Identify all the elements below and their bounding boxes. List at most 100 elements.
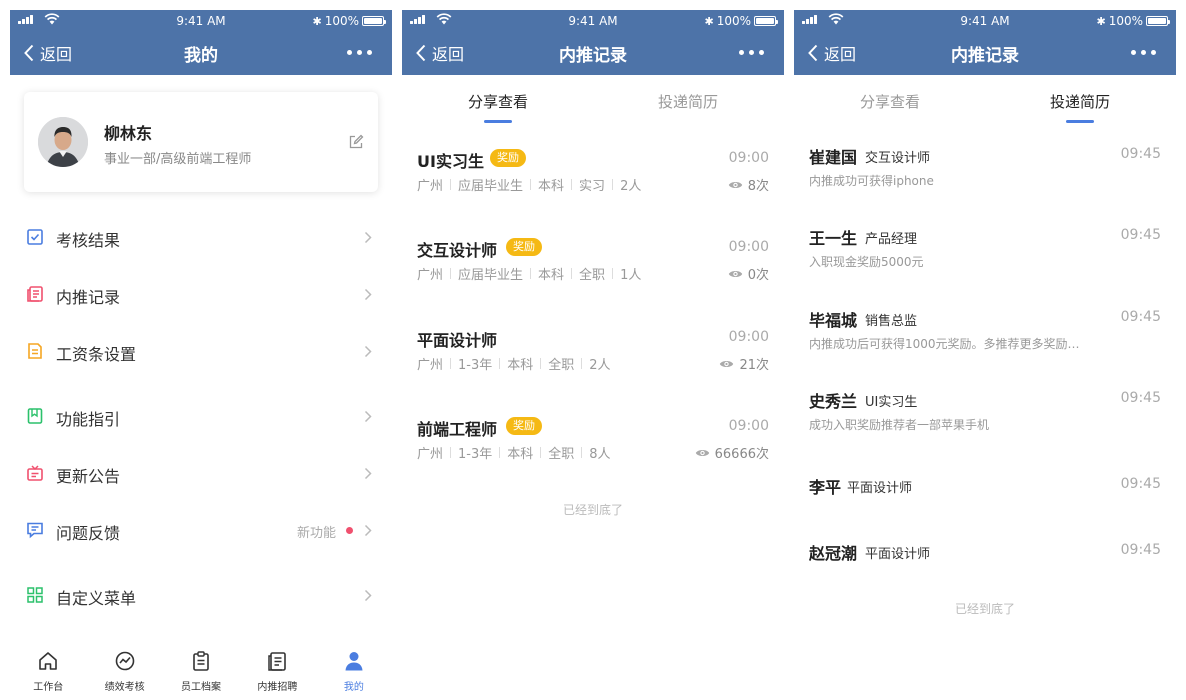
tag-experience: 应届毕业生 bbox=[458, 268, 524, 283]
job-time: 09:00 bbox=[728, 239, 769, 255]
header-bar: 9:41 AM ✱ 100% 返回 我的 bbox=[10, 10, 392, 75]
battery-percent: 100% bbox=[1108, 14, 1143, 28]
bottom-tab-bar: 工作台 绩效考核 员工档案 内推招聘 我的 bbox=[10, 642, 392, 700]
candidate-item[interactable]: 史秀兰 UI实习生 09:45 成功入职奖励推荐者一部苹果手机 bbox=[794, 388, 1176, 448]
tab-workbench[interactable]: 工作台 bbox=[10, 642, 86, 700]
nav-bar: 返回 内推记录 bbox=[402, 30, 784, 75]
user-icon bbox=[345, 652, 363, 671]
battery-icon bbox=[1146, 16, 1170, 26]
document-icon bbox=[268, 652, 287, 671]
eye-icon bbox=[728, 181, 742, 188]
profile-name: 柳林东 bbox=[104, 124, 153, 143]
more-button[interactable] bbox=[739, 50, 764, 55]
candidate-position: 销售总监 bbox=[865, 314, 918, 329]
profile-card[interactable]: 柳林东 事业一部/高级前端工程师 bbox=[24, 92, 378, 192]
tag-headcount: 1人 bbox=[620, 268, 642, 283]
screen-submitted-resumes: 9:41 AM ✱ 100% 返回 内推记录 分享查看 投递简历 崔建国 交互设… bbox=[794, 10, 1176, 700]
menu-item-update-notice[interactable]: 更新公告 bbox=[10, 448, 392, 498]
candidate-reward-note: 内推成功后可获得1000元奖励。多推荐更多奖励… bbox=[809, 337, 1080, 351]
tag-education: 本科 bbox=[538, 179, 565, 194]
menu-item-payslip-settings[interactable]: 工资条设置 bbox=[10, 326, 392, 376]
menu-item-label: 更新公告 bbox=[56, 467, 121, 486]
tab-share-views[interactable]: 分享查看 bbox=[468, 91, 528, 112]
nav-bar: 返回 内推记录 bbox=[794, 30, 1176, 75]
tag-city: 广州 bbox=[417, 179, 444, 194]
job-item[interactable]: UI实习生 奖励 09:00 广州 应届毕业生 本科 实习 2人 8次 bbox=[402, 148, 784, 218]
menu-item-feature-guide[interactable]: 功能指引 bbox=[10, 391, 392, 441]
eye-icon bbox=[728, 270, 742, 277]
user-photo-icon bbox=[38, 117, 88, 167]
tab-submitted-resumes[interactable]: 投递简历 bbox=[1050, 91, 1110, 112]
view-count: 66666次 bbox=[695, 443, 769, 462]
menu-item-assessment[interactable]: 考核结果 bbox=[10, 212, 392, 262]
job-item[interactable]: 平面设计师 09:00 广州 1-3年 本科 全职 2人 21次 bbox=[402, 327, 784, 397]
tab-label: 我的 bbox=[343, 682, 364, 693]
menu-item-custom-menu[interactable]: 自定义菜单 bbox=[10, 570, 392, 620]
reward-badge: 奖励 bbox=[490, 149, 526, 167]
status-bar: 9:41 AM ✱ 100% bbox=[10, 10, 392, 30]
tag-city: 广州 bbox=[417, 268, 444, 283]
view-count-value: 66666次 bbox=[714, 447, 769, 462]
candidate-item[interactable]: 崔建国 交互设计师 09:45 内推成功可获得iphone bbox=[794, 144, 1176, 204]
job-item[interactable]: 前端工程师 奖励 09:00 广州 1-3年 本科 全职 8人 66666次 bbox=[402, 416, 784, 486]
bluetooth-icon: ✱ bbox=[1096, 14, 1106, 28]
job-item[interactable]: 交互设计师 奖励 09:00 广州 应届毕业生 本科 全职 1人 0次 bbox=[402, 237, 784, 307]
tag-type: 实习 bbox=[579, 179, 606, 194]
chevron-right-icon bbox=[364, 288, 372, 301]
announcement-icon bbox=[27, 465, 43, 481]
candidate-time: 09:45 bbox=[1120, 390, 1161, 406]
eye-icon bbox=[720, 360, 734, 367]
candidate-position: 交互设计师 bbox=[865, 151, 931, 166]
eye-icon bbox=[695, 449, 709, 456]
avatar bbox=[38, 117, 88, 167]
tag-city: 广州 bbox=[417, 358, 444, 373]
tab-submitted-resumes[interactable]: 投递简历 bbox=[658, 91, 718, 112]
candidate-item[interactable]: 王一生 产品经理 09:45 入职现金奖励5000元 bbox=[794, 225, 1176, 285]
tag-headcount: 8人 bbox=[589, 447, 611, 462]
candidate-item[interactable]: 赵冠潮 平面设计师 09:45 bbox=[794, 540, 1176, 600]
bluetooth-icon: ✱ bbox=[704, 14, 714, 28]
tab-share-views[interactable]: 分享查看 bbox=[860, 91, 920, 112]
tab-performance[interactable]: 绩效考核 bbox=[86, 642, 162, 700]
more-button[interactable] bbox=[347, 50, 372, 55]
job-title: 平面设计师 bbox=[417, 331, 498, 350]
tab-referral-hiring[interactable]: 内推招聘 bbox=[239, 642, 315, 700]
candidate-time: 09:45 bbox=[1120, 309, 1161, 325]
tab-employee-files[interactable]: 员工档案 bbox=[163, 642, 239, 700]
feedback-icon bbox=[27, 522, 43, 539]
candidate-item[interactable]: 李平 平面设计师 09:45 bbox=[794, 474, 1176, 534]
view-count: 8次 bbox=[728, 175, 769, 194]
screen-mine: 9:41 AM ✱ 100% 返回 我的 柳林东 事业一部/高级前端工程师 考核… bbox=[10, 10, 392, 700]
page-title: 内推记录 bbox=[951, 46, 1019, 66]
reward-badge: 奖励 bbox=[506, 238, 542, 256]
chevron-right-icon bbox=[364, 524, 372, 537]
profile-role: 事业一部/高级前端工程师 bbox=[104, 152, 252, 167]
menu-item-referral-records[interactable]: 内推记录 bbox=[10, 269, 392, 319]
tab-mine[interactable]: 我的 bbox=[316, 642, 392, 700]
job-time: 09:00 bbox=[728, 150, 769, 166]
edit-icon[interactable] bbox=[348, 134, 364, 150]
candidate-time: 09:45 bbox=[1120, 227, 1161, 243]
menu-item-feedback[interactable]: 问题反馈 新功能 bbox=[10, 505, 392, 555]
candidate-reward-note: 入职现金奖励5000元 bbox=[809, 255, 924, 269]
tag-education: 本科 bbox=[507, 447, 534, 462]
menu-item-label: 问题反馈 bbox=[56, 524, 121, 543]
tag-type: 全职 bbox=[548, 447, 575, 462]
nav-bar: 返回 我的 bbox=[10, 30, 392, 75]
candidate-time: 09:45 bbox=[1120, 146, 1161, 162]
job-title: UI实习生 bbox=[417, 152, 484, 171]
view-count-value: 0次 bbox=[747, 268, 769, 283]
battery-percent: 100% bbox=[716, 14, 751, 28]
tag-experience: 1-3年 bbox=[458, 358, 493, 373]
end-of-list-note: 已经到底了 bbox=[562, 503, 623, 517]
clipboard-icon bbox=[193, 651, 209, 671]
job-title: 前端工程师 bbox=[417, 420, 498, 439]
candidate-name: 王一生 bbox=[809, 229, 858, 248]
more-button[interactable] bbox=[1131, 50, 1156, 55]
candidate-position: 平面设计师 bbox=[847, 481, 913, 496]
candidate-name: 毕福城 bbox=[809, 311, 858, 330]
chevron-right-icon bbox=[364, 467, 372, 480]
candidate-time: 09:45 bbox=[1120, 476, 1161, 492]
candidate-item[interactable]: 毕福城 销售总监 09:45 内推成功后可获得1000元奖励。多推荐更多奖励… bbox=[794, 307, 1176, 367]
job-tags: 广州 应届毕业生 本科 实习 2人 bbox=[417, 175, 641, 194]
